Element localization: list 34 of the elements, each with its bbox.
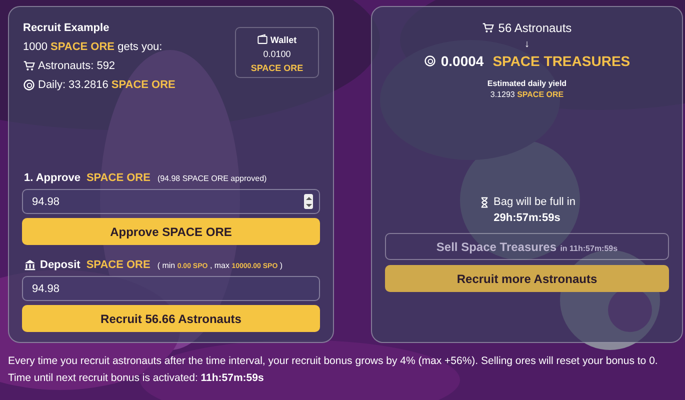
- step-label: Deposit: [40, 259, 80, 271]
- token-label: SPACE ORE: [86, 172, 150, 184]
- amount-field[interactable]: 94.98: [22, 276, 320, 301]
- coin-icon: [424, 55, 436, 67]
- hourglass-icon: [478, 196, 490, 208]
- treasure-amount: 0.0004: [440, 53, 484, 69]
- step-label: 1. Approve: [24, 172, 80, 184]
- astronaut-count: 56 Astronauts: [498, 21, 572, 35]
- example-text: Astronauts: 592: [38, 60, 116, 72]
- coin-icon: [23, 79, 35, 91]
- wallet-icon: [257, 34, 268, 45]
- cart-icon: [23, 60, 35, 72]
- recruit-button[interactable]: Recruit 56.66 Astronauts: [22, 305, 320, 332]
- bonus-info-text: Every time you recruit astronauts after the time interval, your recruit bonus grows by 4% (max +56%). Selling ores will reset your bonus to 0. Time until next recruit bonus is activated: 11h:57m:59s: [8, 354, 659, 386]
- spinner-icon: [304, 194, 313, 209]
- recruit-more-button[interactable]: Recruit more Astronauts: [385, 265, 669, 292]
- wallet-unit: SPACE ORE: [250, 63, 304, 73]
- cart-icon: [482, 22, 494, 34]
- yield-value: 3.1293 SPACE ORE: [490, 90, 564, 99]
- wallet-balance: 0.0100: [262, 49, 292, 59]
- bag-timer: 29h:57m:59s: [494, 212, 560, 224]
- section-title: Recruit Example: [23, 22, 110, 34]
- wallet-title: Wallet: [270, 34, 297, 44]
- example-text: 1000 SPACE ORE gets you:: [23, 41, 162, 53]
- approve-button[interactable]: Approve SPACE ORE: [22, 218, 320, 245]
- bag-label: Bag will be full in: [494, 196, 576, 208]
- treasure-token: SPACE TREASURES: [492, 53, 630, 69]
- amount-field[interactable]: 94.98: [22, 189, 320, 214]
- yield-label: Estimated daily yield: [487, 79, 567, 88]
- example-text: Daily: 33.2816 SPACE ORE: [38, 79, 176, 91]
- down-arrow: ↓: [524, 39, 530, 50]
- approved-note: (94.98 SPACE ORE approved): [157, 174, 267, 182]
- token-label: SPACE ORE: [86, 259, 150, 271]
- bank-icon: [24, 259, 36, 271]
